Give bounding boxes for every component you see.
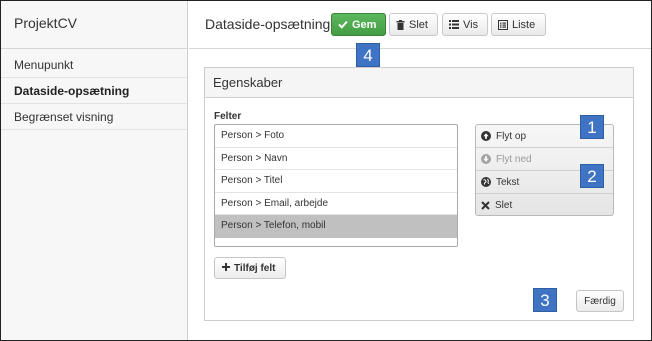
sidebar-item-begraenset-visning[interactable]: Begrænset visning (1, 104, 187, 130)
save-button[interactable]: Gem (331, 13, 386, 36)
sidebar-item-menupunkt[interactable]: Menupunkt (1, 52, 187, 78)
move-up-label: Flyt op (496, 130, 527, 142)
view-button[interactable]: Vis (442, 13, 488, 36)
view-button-label: Vis (463, 18, 479, 31)
fields-label: Felter (214, 111, 242, 122)
callout-badge-3: 3 (533, 288, 557, 312)
text-label: Tekst (496, 176, 520, 188)
sidebar-item-dataside-opsaetning[interactable]: Dataside-opsætning (1, 78, 187, 104)
field-row[interactable]: Person > Foto (215, 125, 457, 148)
sidebar: ProjektCV Menupunkt Dataside-opsætning B… (1, 1, 188, 340)
app-brand[interactable]: ProjektCV (1, 1, 187, 49)
properties-panel: Egenskaber Felter Person > Foto Person >… (204, 67, 634, 321)
delete-button[interactable]: Slet (389, 13, 438, 36)
list-button[interactable]: Liste (491, 13, 546, 36)
globe-icon (481, 177, 491, 187)
save-button-label: Gem (352, 18, 377, 31)
move-down-label: Flyt ned (496, 153, 532, 165)
field-list[interactable]: Person > Foto Person > Navn Person > Tit… (214, 124, 458, 247)
panel-title: Egenskaber (205, 68, 633, 98)
arrow-down-circle-icon (481, 154, 491, 164)
list-icon (449, 20, 459, 29)
trash-icon (396, 19, 405, 30)
page-title: Dataside-opsætning (205, 16, 331, 32)
arrow-up-circle-icon (481, 131, 491, 141)
list-alt-icon (498, 19, 508, 30)
add-field-label: Tilføj felt (234, 262, 276, 274)
checkmark-icon (338, 20, 348, 29)
field-row[interactable]: Person > Titel (215, 170, 457, 193)
x-icon (481, 201, 490, 210)
field-row[interactable]: Person > Navn (215, 148, 457, 170)
callout-badge-4: 4 (356, 43, 380, 67)
delete-field-label: Slet (495, 200, 513, 211)
done-button[interactable]: Færdig (576, 290, 624, 312)
plus-icon (222, 262, 230, 274)
list-button-label: Liste (512, 18, 536, 31)
callout-badge-2: 2 (580, 164, 604, 188)
add-field-button[interactable]: Tilføj felt (214, 257, 286, 279)
field-row[interactable]: Person > Email, arbejde (215, 193, 457, 215)
delete-button-label: Slet (409, 18, 428, 31)
callout-badge-1: 1 (580, 115, 604, 139)
header: Dataside-opsætning Gem Slet Vis Liste (189, 1, 651, 49)
delete-field-action[interactable]: Slet (476, 194, 613, 215)
field-row-selected[interactable]: Person > Telefon, mobil (215, 215, 457, 238)
